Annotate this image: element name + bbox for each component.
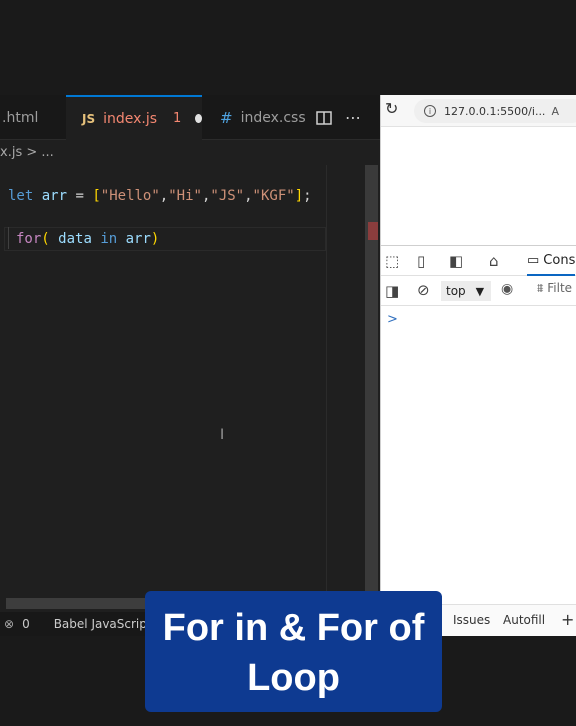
- tab-console[interactable]: ▭ Cons: [527, 246, 576, 276]
- keyword-in: in: [100, 231, 118, 247]
- address-bar[interactable]: i 127.0.0.1:5500/i... A: [414, 99, 576, 123]
- code-editor: .html JS index.js 1 # index.css ⋯ x.js >…: [0, 95, 380, 635]
- string-hi: "Hi": [168, 188, 202, 204]
- bracket-close: ]: [294, 188, 304, 204]
- browser-window: ↻ i 127.0.0.1:5500/i... A ⬚ ▯ ◧ ⌂ ▭ Cons…: [380, 95, 576, 636]
- dropdown-arrow-icon: ▼: [475, 284, 485, 298]
- live-expression-eye-icon[interactable]: ◉: [501, 281, 513, 297]
- tab-index-html[interactable]: .html: [0, 95, 66, 140]
- context-value: top: [446, 284, 466, 298]
- console-icon: ▭: [527, 252, 540, 268]
- paren-open: (: [41, 231, 50, 247]
- keyword-for: for: [16, 231, 42, 247]
- sidebar-toggle-icon[interactable]: ◨: [385, 282, 399, 300]
- inspect-element-icon[interactable]: ⬚: [385, 252, 399, 270]
- browser-toolbar: ↻ i 127.0.0.1:5500/i... A: [381, 95, 576, 127]
- code-line-2[interactable]: for( data in arr): [16, 231, 159, 247]
- tab-label: index.css: [240, 109, 306, 126]
- semicolon: ;: [303, 188, 312, 204]
- context-selector[interactable]: top ▼: [441, 281, 491, 301]
- string-kgf: "KGF": [252, 188, 295, 204]
- js-file-icon: JS: [82, 111, 96, 126]
- editor-tab-bar: .html JS index.js 1 # index.css ⋯: [0, 95, 380, 140]
- error-count[interactable]: 0: [22, 617, 30, 631]
- home-icon[interactable]: ⌂: [489, 252, 499, 270]
- read-aloud-icon[interactable]: A: [551, 105, 559, 118]
- video-caption: For in & For of Loop: [145, 591, 442, 712]
- filter-icon: ⩩: [537, 281, 544, 295]
- caption-line-1: For in & For of: [162, 607, 425, 649]
- more-actions-icon[interactable]: ⋯: [345, 95, 361, 140]
- bracket-open: [: [92, 188, 101, 204]
- video-top-bar: [0, 0, 576, 95]
- horizontal-scrollbar[interactable]: [6, 598, 148, 609]
- string-hello: "Hello": [100, 188, 160, 204]
- tab-label: index.js: [103, 110, 158, 127]
- error-scroll-marker: [368, 222, 378, 240]
- var-arr: arr: [41, 188, 68, 204]
- devtools-tab-bar: ⬚ ▯ ◧ ⌂ ▭ Cons: [381, 246, 576, 276]
- tab-label: .html: [2, 109, 39, 126]
- css-file-icon: #: [220, 108, 233, 127]
- filter-input[interactable]: ⩩ Filte: [537, 281, 572, 296]
- filter-placeholder: Filte: [547, 281, 573, 295]
- devtools-panel: ⬚ ▯ ◧ ⌂ ▭ Cons ◨ ⊘ top ▼ ◉ ⩩ Filte > Iss…: [381, 245, 576, 636]
- tab-console-label: Cons: [543, 252, 576, 268]
- code-line-1[interactable]: let arr = ["Hello","Hi","JS","KGF"];: [8, 188, 312, 204]
- clear-console-icon[interactable]: ⊘: [417, 281, 430, 299]
- dock-icon[interactable]: ◧: [449, 252, 463, 270]
- url-text: 127.0.0.1:5500/i...: [444, 104, 546, 118]
- console-toolbar: ◨ ⊘ top ▼ ◉ ⩩ Filte: [381, 276, 576, 306]
- mouse-ibeam-cursor-icon: I: [220, 427, 225, 443]
- paren-close: ): [150, 231, 160, 247]
- split-editor-icon[interactable]: [316, 95, 332, 140]
- indent-guide: [8, 227, 9, 249]
- tab-index-js[interactable]: JS index.js 1: [66, 95, 202, 140]
- tab-autofill[interactable]: Autofill: [503, 613, 545, 627]
- var-arr: arr: [125, 231, 151, 247]
- var-data: data: [58, 231, 92, 247]
- unsaved-dot-icon[interactable]: [195, 114, 202, 123]
- tab-issues[interactable]: Issues: [453, 613, 490, 627]
- problem-count-badge: 1: [173, 111, 182, 126]
- reload-icon[interactable]: ↻: [385, 99, 398, 118]
- caption-line-2: Loop: [247, 657, 340, 699]
- broadcast-icon[interactable]: ⊗: [4, 617, 14, 631]
- breadcrumb[interactable]: x.js > ...: [0, 145, 54, 160]
- info-icon[interactable]: i: [424, 105, 436, 117]
- minimap-divider: [326, 165, 327, 635]
- device-emulation-icon[interactable]: ▯: [417, 252, 425, 270]
- console-prompt[interactable]: >: [387, 312, 398, 327]
- keyword-let: let: [8, 188, 34, 204]
- tab-index-css[interactable]: # index.css: [202, 95, 307, 140]
- string-js: "JS": [210, 188, 245, 204]
- operator-eq: =: [75, 188, 84, 204]
- add-tab-button[interactable]: +: [561, 610, 574, 629]
- language-mode[interactable]: Babel JavaScript: [54, 617, 152, 631]
